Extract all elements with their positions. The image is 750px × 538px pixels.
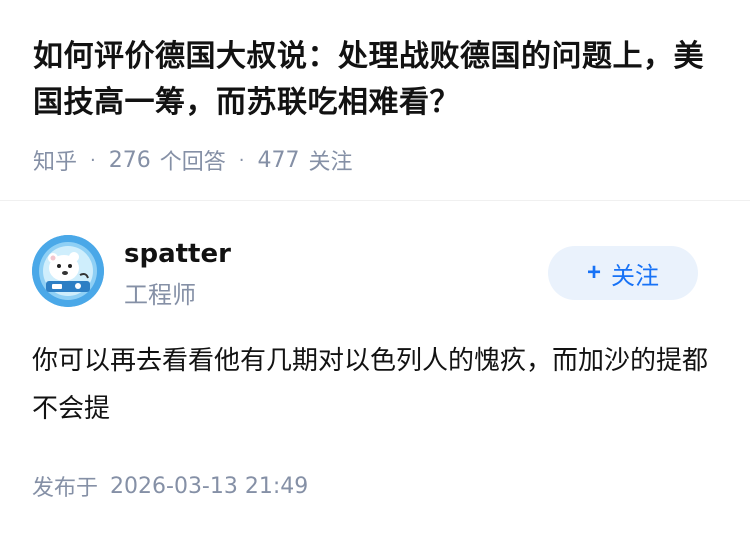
follow-button-label: 关注 [611,262,659,290]
question-header: 如何评价德国大叔说：处理战败德国的问题上，美国技高一筹，而苏联吃相难看？ 知乎 … [0,0,750,201]
question-meta: 知乎 · 276 个回答 · 477 关注 [33,144,353,176]
answers-label: 个回答 [159,150,226,175]
answer-page: 如何评价德国大叔说：处理战败德国的问题上，美国技高一筹，而苏联吃相难看？ 知乎 … [0,0,750,538]
follow-button[interactable]: + 关注 [548,246,698,300]
plus-icon: + [586,259,601,286]
followers-label: 关注 [308,150,353,175]
question-title[interactable]: 如何评价德国大叔说：处理战败德国的问题上，美国技高一筹，而苏联吃相难看？ [33,34,723,126]
author-title: 工程师 [124,281,196,309]
polar-bear-astronaut-avatar-icon[interactable] [32,235,104,307]
published-time: 2026-03-13 21:49 [110,473,309,499]
published-label: 发布于 [32,476,99,501]
meta-separator: · [90,149,96,171]
answer-publish-time: 发布于 2026-03-13 21:49 [32,468,308,504]
meta-separator: · [238,149,245,171]
author-name[interactable]: spatter [124,239,231,269]
answers-count: 276 [108,147,151,173]
source-label[interactable]: 知乎 [33,144,77,176]
followers-count: 477 [257,147,300,173]
avatar-image [32,235,104,307]
answer-author: spatter 工程师 + 关注 [32,235,722,315]
answer-content: 你可以再去看看他有几期对以色列人的愧疚，而加沙的提都不会提 [32,346,709,424]
